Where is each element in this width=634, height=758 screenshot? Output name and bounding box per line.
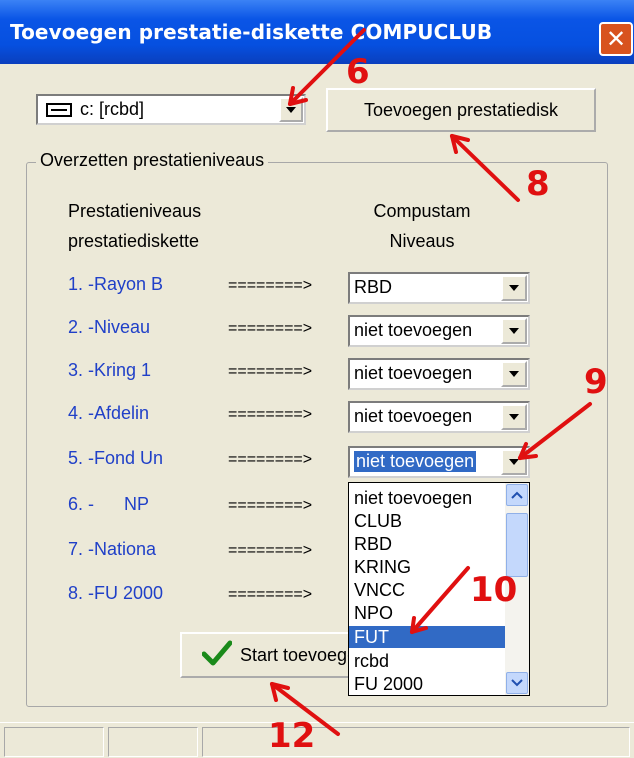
chevron-down-icon <box>286 106 296 113</box>
level-select-2[interactable]: niet toevoegen <box>348 315 530 347</box>
level-select-5[interactable]: niet toevoegen <box>348 446 530 478</box>
level-select-value-4: niet toevoegen <box>354 406 473 426</box>
chevron-up-icon <box>511 491 523 499</box>
level-select-button-5[interactable] <box>501 449 527 475</box>
checkmark-icon <box>201 640 233 671</box>
dropdown-option[interactable]: rcbd <box>349 650 506 672</box>
window-title: Toevoegen prestatie-diskette COMPUCLUB <box>10 20 493 44</box>
level-select-button-2[interactable] <box>501 318 527 344</box>
level-label-2: 2. -Niveau <box>68 317 151 337</box>
level-select-value-3: niet toevoegen <box>354 363 473 383</box>
drive-select[interactable]: c: [rcbd] <box>36 94 306 125</box>
dropdown-option[interactable]: niet toevoegen <box>349 487 506 509</box>
mapping-arrow-5: ========> <box>228 451 313 468</box>
mapping-arrow-4: ========> <box>228 406 313 423</box>
start-add-button[interactable]: Start toevoegen <box>180 632 352 678</box>
level-select-value-5: niet toevoegen <box>354 451 477 472</box>
mapping-arrow-1: ========> <box>228 277 313 294</box>
mapping-arrow-7: ========> <box>228 542 313 559</box>
level-select-button-4[interactable] <box>501 404 527 430</box>
dropdown-option[interactable]: RBD <box>349 533 506 555</box>
level-select-button-3[interactable] <box>501 361 527 387</box>
drive-value: c: [rcbd] <box>80 99 145 119</box>
scroll-up-button[interactable] <box>506 484 528 506</box>
drive-dropdown-button[interactable] <box>279 97 303 122</box>
chevron-down-icon <box>511 679 523 687</box>
start-add-label: Start toevoegen <box>240 644 350 665</box>
status-cell <box>202 727 630 757</box>
close-button[interactable]: ✕ <box>599 22 633 56</box>
level-select-button-1[interactable] <box>501 275 527 301</box>
scroll-thumb[interactable] <box>506 513 528 577</box>
status-cell <box>108 727 198 757</box>
add-performance-disk-button[interactable]: Toevoegen prestatiedisk <box>326 88 596 132</box>
level-select-1[interactable]: RBD <box>348 272 530 304</box>
chevron-down-icon <box>509 459 519 465</box>
mapping-arrow-3: ========> <box>228 363 313 380</box>
chevron-down-icon <box>509 285 519 291</box>
drive-icon <box>46 102 72 117</box>
level-label-3: 3. -Kring 1 <box>68 360 152 380</box>
status-bar <box>0 722 634 758</box>
left-header-line1: Prestatieniveaus <box>68 201 202 221</box>
mapping-arrow-2: ========> <box>228 320 313 337</box>
mapping-arrow-6: ========> <box>228 497 313 514</box>
level-select-value-1: RBD <box>354 277 393 297</box>
level-select-value-2: niet toevoegen <box>354 320 473 340</box>
dropdown-option[interactable]: CLUB <box>349 510 506 532</box>
chevron-down-icon <box>509 414 519 420</box>
left-column-header: Prestatieniveaus prestatiediskette <box>68 196 201 256</box>
level-label-5: 5. -Fond Un <box>68 448 164 468</box>
level-label-4: 4. -Afdelin <box>68 403 150 423</box>
level-select-4[interactable]: niet toevoegen <box>348 401 530 433</box>
dropdown-option-selected[interactable]: FUT <box>349 626 506 648</box>
dialog-window: Toevoegen prestatie-diskette COMPUCLUB ✕… <box>0 0 634 758</box>
annotation-6: 6 <box>346 52 370 92</box>
level-label-1: 1. -Rayon B <box>68 274 164 294</box>
annotation-10: 10 <box>470 570 518 610</box>
annotation-12: 12 <box>268 716 316 756</box>
annotation-8: 8 <box>526 164 550 204</box>
dropdown-option[interactable]: FU 2000 <box>349 673 506 695</box>
level-label-6: 6. - NP <box>68 494 150 514</box>
chevron-down-icon <box>509 328 519 334</box>
right-header-line1: Compustam <box>373 201 471 221</box>
left-header-line2: prestatiediskette <box>68 231 200 251</box>
level-label-7: 7. -Nationa <box>68 539 157 559</box>
level-select-3[interactable]: niet toevoegen <box>348 358 530 390</box>
right-header-line2: Niveaus <box>389 231 455 251</box>
chevron-down-icon <box>509 371 519 377</box>
mapping-arrow-8: ========> <box>228 586 313 603</box>
status-cell <box>4 727 104 757</box>
title-bar[interactable]: Toevoegen prestatie-diskette COMPUCLUB ✕ <box>0 0 634 64</box>
scroll-down-button[interactable] <box>506 672 528 694</box>
annotation-9: 9 <box>584 362 608 402</box>
right-column-header: Compustam Niveaus <box>372 196 472 256</box>
group-legend: Overzetten prestatieniveaus <box>36 150 269 171</box>
level-label-8: 8. -FU 2000 <box>68 583 164 603</box>
close-icon: ✕ <box>605 25 627 53</box>
